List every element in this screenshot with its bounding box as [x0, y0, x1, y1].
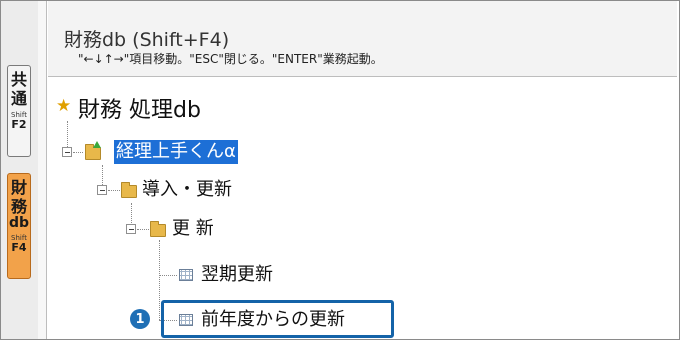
collapse-toggle[interactable]: [97, 185, 107, 195]
tree-root-label: 財務 処理db: [78, 98, 201, 123]
tree-node-keiri-jouzu[interactable]: 経理上手くんα: [114, 140, 238, 164]
sidebar: 共 通 Shift F2 財 務 db Shift F4: [1, 1, 39, 339]
tree-line: [159, 240, 160, 320]
tree-node-update[interactable]: 更 新: [172, 217, 214, 241]
keyboard-help-text: "←↓↑→"項目移動。"ESC"閉じる。"ENTER"業務起動。: [78, 52, 383, 66]
tab-finance-db[interactable]: 財 務 db Shift F4: [7, 173, 31, 279]
tab-finance-line3: db: [8, 215, 30, 231]
tree-line: [159, 275, 177, 276]
tab-finance-key: F4: [11, 241, 27, 254]
step-badge: 1: [130, 309, 150, 329]
tree-line: [73, 152, 83, 153]
tab-common[interactable]: 共 通 Shift F2: [7, 65, 31, 157]
tab-common-line1: 共: [10, 70, 27, 89]
tree-node-next-year-update[interactable]: 翌期更新: [201, 263, 273, 287]
tree-line: [137, 229, 149, 230]
tree-node-install-update[interactable]: 導入・更新: [142, 178, 232, 202]
collapse-toggle[interactable]: [126, 224, 136, 234]
collapse-toggle[interactable]: [62, 147, 72, 157]
sidebar-divider: [38, 1, 47, 339]
tree-line: [108, 190, 120, 191]
tab-finance-line2: 務: [10, 197, 27, 216]
folder-icon: [121, 182, 137, 198]
folder-icon: [85, 144, 101, 160]
tab-common-line2: 通: [10, 89, 27, 108]
grid-icon: [179, 269, 193, 281]
tab-finance-line1: 財: [10, 178, 27, 197]
star-icon: ★: [56, 96, 72, 116]
highlight-box: [161, 300, 394, 338]
page-title: 財務db (Shift+F4): [64, 29, 230, 51]
tree-view: ★ 財務 処理db 経理上手くんα 導入・更新 更 新 翌期更新 前年度からの更…: [48, 77, 677, 339]
panel-header: 財務db (Shift+F4) "←↓↑→"項目移動。"ESC"閉じる。"ENT…: [48, 1, 677, 77]
tab-common-key: F2: [11, 118, 27, 131]
folder-icon: [150, 221, 166, 237]
green-arrow-icon: [93, 141, 101, 148]
